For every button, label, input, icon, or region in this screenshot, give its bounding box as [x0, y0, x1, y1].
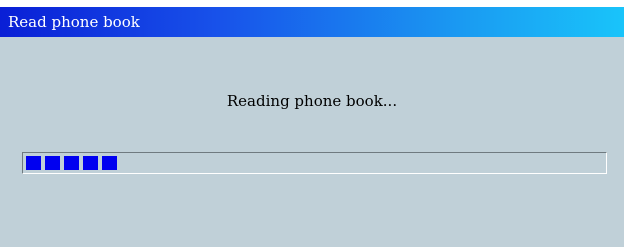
progress-bar [22, 152, 607, 174]
title-bar[interactable]: Read phone book [0, 7, 624, 37]
window-title: Read phone book [8, 13, 140, 31]
status-message: Reading phone book... [226, 92, 398, 110]
progress-fill [26, 156, 117, 170]
dialog-window: Read phone book Reading phone book... [0, 7, 624, 247]
